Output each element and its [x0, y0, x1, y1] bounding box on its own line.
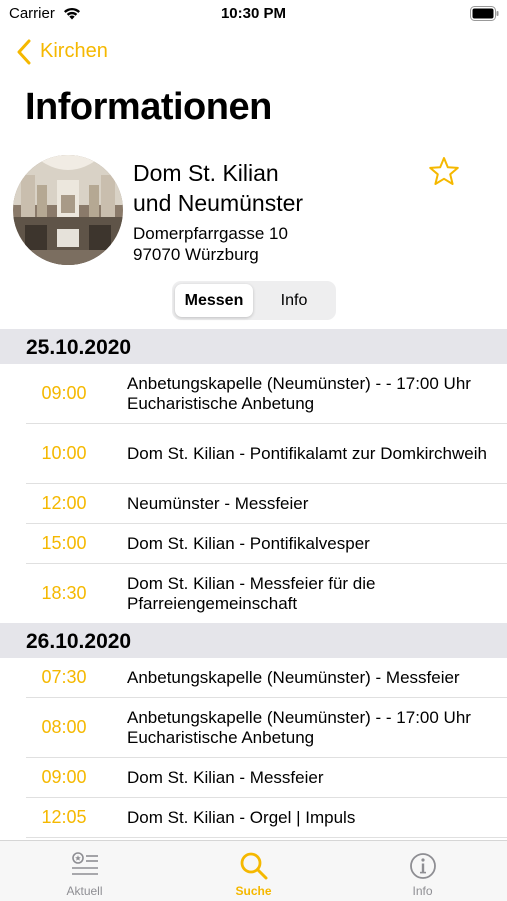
list-item[interactable]: 09:00 Dom St. Kilian - Messfeier — [26, 758, 507, 798]
mass-time: 12:00 — [41, 493, 87, 513]
mass-time: 09:00 — [41, 383, 87, 403]
mass-time: 08:00 — [41, 717, 87, 737]
church-name-line2: und Neumünster — [133, 190, 304, 216]
list-item[interactable]: 12:00 Neumünster - Messfeier — [26, 484, 507, 524]
tab-aktuell[interactable]: Aktuell — [0, 841, 169, 901]
tab-label-info: Info — [412, 884, 433, 898]
list-item[interactable]: 07:30 Anbetungskapelle (Neumünster) - Me… — [26, 658, 507, 698]
mass-description: Dom St. Kilian - Pontifikalamt zur Domki… — [127, 443, 487, 463]
church-address: Domerpfarrgasse 10 97070 Würzburg — [133, 223, 288, 265]
tab-info[interactable]: Info — [338, 841, 507, 901]
mass-list: 25.10.2020 09:00 Anbetungskapelle (Neumü… — [0, 329, 507, 838]
section-header-date: 26.10.2020 — [0, 623, 507, 658]
back-label: Kirchen — [40, 40, 108, 62]
news-list-icon — [72, 852, 98, 875]
church-name-line1: Dom St. Kilian — [133, 160, 279, 186]
mass-time: 09:00 — [41, 767, 87, 787]
tab-label-aktuell: Aktuell — [66, 884, 103, 898]
mass-time: 18:30 — [41, 583, 87, 603]
mass-time: 12:05 — [41, 807, 87, 827]
list-item[interactable]: 09:00 Anbetungskapelle (Neumünster) - - … — [26, 364, 507, 424]
status-bar: Carrier 10:30 PM — [0, 0, 507, 30]
mass-description: Anbetungskapelle (Neumünster) - Messfeie… — [127, 667, 460, 687]
church-name: Dom St. Kilian und Neumünster — [133, 158, 413, 218]
church-photo — [13, 155, 123, 265]
search-icon — [240, 852, 268, 880]
segment-info[interactable]: Info — [255, 284, 333, 317]
info-icon — [410, 853, 436, 879]
back-button[interactable]: Kirchen — [0, 34, 300, 70]
segment-messen[interactable]: Messen — [175, 284, 253, 317]
list-item[interactable]: 15:00 Dom St. Kilian - Pontifikalvesper — [26, 524, 507, 564]
mass-description: Dom St. Kilian - Pontifikalvesper — [127, 533, 370, 553]
mass-description: Dom St. Kilian - Messfeier für die Pfarr… — [127, 573, 376, 613]
battery-icon — [470, 6, 499, 21]
mass-description: Dom St. Kilian - Messfeier — [127, 767, 324, 787]
mass-description: Anbetungskapelle (Neumünster) - - 17:00 … — [127, 373, 471, 413]
mass-description: Dom St. Kilian - Orgel | Impuls — [127, 807, 356, 827]
mass-description: Neumünster - Messfeier — [127, 493, 309, 513]
list-item[interactable]: 12:05 Dom St. Kilian - Orgel | Impuls — [26, 798, 507, 838]
list-item[interactable]: 10:00 Dom St. Kilian - Pontifikalamt zur… — [26, 424, 507, 484]
section-header-date: 25.10.2020 — [0, 329, 507, 364]
favorite-star-icon[interactable] — [428, 156, 460, 186]
status-time: 10:30 PM — [220, 5, 287, 22]
page-title: Informationen — [25, 86, 272, 128]
tab-bar: Aktuell Suche Info — [0, 840, 507, 901]
mass-description: Anbetungskapelle (Neumünster) - - 17:00 … — [127, 707, 471, 747]
tab-suche[interactable]: Suche — [169, 841, 338, 901]
segmented-control: Messen Info — [172, 281, 336, 320]
mass-time: 10:00 — [41, 443, 87, 463]
mass-time: 07:30 — [41, 667, 87, 687]
mass-time: 15:00 — [41, 533, 87, 553]
address-street: Domerpfarrgasse 10 — [133, 224, 288, 243]
tab-label-suche: Suche — [235, 884, 272, 898]
chevron-left-icon — [17, 39, 31, 65]
list-item[interactable]: 08:00 Anbetungskapelle (Neumünster) - - … — [26, 698, 507, 758]
address-city: 97070 Würzburg — [133, 245, 259, 264]
list-item[interactable]: 18:30 Dom St. Kilian - Messfeier für die… — [26, 564, 507, 623]
